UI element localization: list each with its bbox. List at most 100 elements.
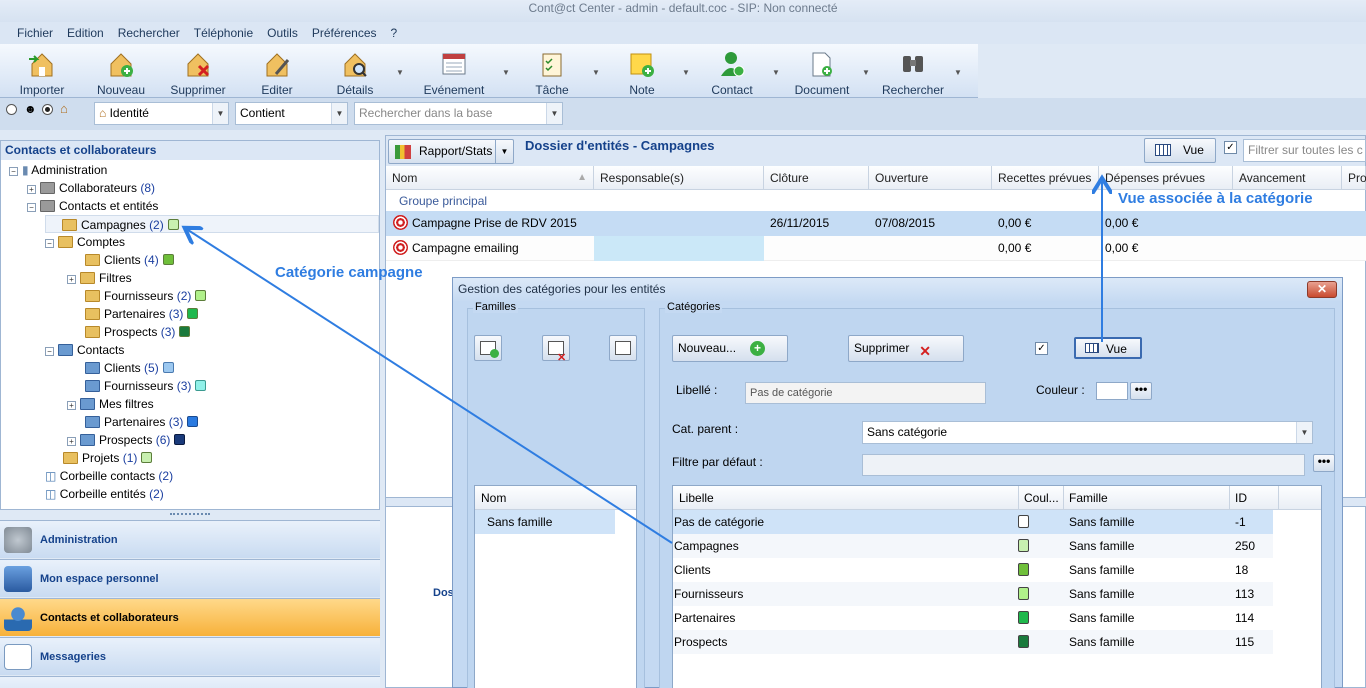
nouveau-button[interactable]: Nouveau — [84, 44, 158, 98]
col-famille[interactable]: Famille — [1063, 486, 1108, 510]
search-input[interactable]: Rechercher dans la base ▼ — [354, 102, 563, 125]
tache-dropdown[interactable]: ▼ — [590, 44, 604, 98]
cat-parent-select[interactable]: Sans catégorie ▼ — [862, 421, 1313, 444]
tree-comptes-fournisseurs[interactable]: Fournisseurs (2) — [85, 287, 207, 305]
nav-contacts-collaborateurs[interactable]: Contacts et collaborateurs — [0, 598, 380, 636]
menu-fichier[interactable]: Fichier — [17, 26, 53, 40]
table-row[interactable] — [386, 236, 1366, 261]
tree-comptes-prospects[interactable]: Prospects (3) — [85, 323, 191, 341]
close-icon[interactable]: ✕ — [1307, 281, 1337, 298]
delete-family-button[interactable]: ✕ — [542, 335, 570, 364]
rapport-stats-button[interactable]: Rapport/Stats ▼ — [388, 139, 514, 164]
col-couleur[interactable]: Coul... — [1018, 486, 1059, 510]
color-swatch[interactable] — [1096, 382, 1128, 400]
category-vue-button[interactable]: Vue — [1074, 337, 1142, 359]
tree-comptes-partenaires[interactable]: Partenaires (3) — [85, 305, 199, 323]
col-depenses[interactable]: Dépenses prévues — [1099, 166, 1233, 190]
col-nom[interactable]: Nom ▲ — [386, 166, 594, 190]
collapse-icon[interactable]: − — [9, 167, 18, 176]
collapse-icon[interactable]: − — [27, 203, 36, 212]
col-libelle[interactable]: Libelle — [679, 486, 714, 510]
rechercher-button[interactable]: Rechercher — [874, 44, 952, 98]
expand-icon[interactable]: + — [67, 275, 76, 284]
tree-campagnes[interactable]: Campagnes (2) — [45, 215, 379, 233]
libelle-field[interactable]: Pas de catégorie — [745, 382, 986, 404]
tree-projets[interactable]: Projets (1) — [45, 449, 153, 467]
rechercher-dropdown[interactable]: ▼ — [952, 44, 966, 98]
person-icon[interactable]: ☻ — [24, 102, 37, 116]
col-responsables[interactable]: Responsable(s) — [594, 166, 764, 190]
nav-messageries[interactable]: Messageries — [0, 637, 380, 675]
tree-contacts-fournisseurs[interactable]: Fournisseurs (3) — [85, 377, 207, 395]
editer-button[interactable]: Editer — [238, 44, 316, 98]
filter-checkbox[interactable]: ✓ — [1224, 141, 1237, 154]
search-operator-select[interactable]: Contient ▼ — [235, 102, 348, 125]
menu-outils[interactable]: Outils — [267, 26, 298, 40]
tree-contacts-prospects[interactable]: + Prospects (6) — [67, 431, 186, 449]
contact-dropdown[interactable]: ▼ — [770, 44, 784, 98]
supprimer-button[interactable]: Supprimer — [158, 44, 238, 98]
expand-icon[interactable]: + — [27, 185, 36, 194]
category-row[interactable]: Fournisseurs Sans famille 113 — [673, 582, 1273, 606]
tree-collaborateurs[interactable]: + Collaborateurs (8) — [27, 179, 155, 197]
chevron-down-icon[interactable]: ▼ — [495, 140, 513, 163]
tree-comptes-filtres[interactable]: + Filtres — [67, 269, 132, 287]
nav-administration[interactable]: Administration — [0, 520, 380, 558]
vue-button[interactable]: Vue — [1144, 138, 1216, 163]
tree-contacts-clients[interactable]: Clients (5) — [85, 359, 174, 377]
document-button[interactable]: Document — [784, 44, 860, 98]
filter-input[interactable]: Filtrer sur toutes les c — [1243, 139, 1366, 162]
col-pro[interactable]: Pro — [1342, 166, 1366, 190]
note-dropdown[interactable]: ▼ — [680, 44, 694, 98]
collapse-icon[interactable]: − — [45, 239, 54, 248]
vue-checkbox[interactable]: ✓ — [1035, 342, 1048, 355]
familles-row[interactable]: Sans famille — [475, 510, 615, 534]
house-icon[interactable]: ⌂ — [60, 101, 68, 116]
add-family-button[interactable] — [474, 335, 502, 361]
menu-rechercher[interactable]: Rechercher — [118, 26, 180, 40]
tree-comptes-clients[interactable]: Clients (4) — [85, 251, 174, 269]
search-field-select[interactable]: ⌂ Identité ▼ — [94, 102, 229, 125]
category-row[interactable]: Prospects Sans famille 115 — [673, 630, 1273, 654]
filtre-field[interactable] — [862, 454, 1305, 476]
col-id[interactable]: ID — [1229, 486, 1247, 510]
tree-corbeille-entites[interactable]: ◫ Corbeille entités (2) — [45, 485, 164, 503]
expand-icon[interactable]: + — [67, 401, 76, 410]
details-dropdown[interactable]: ▼ — [394, 44, 408, 98]
tree-contacts[interactable]: − Contacts — [45, 341, 124, 359]
contact-button[interactable]: Contact — [694, 44, 770, 98]
menu-telephonie[interactable]: Téléphonie — [194, 26, 253, 40]
tree-administration[interactable]: − ▮ Administration — [9, 161, 107, 179]
familles-col-nom[interactable]: Nom — [475, 486, 636, 510]
category-row[interactable]: Partenaires Sans famille 114 — [673, 606, 1273, 630]
category-row[interactable]: Clients Sans famille 18 — [673, 558, 1273, 582]
edit-family-button[interactable] — [609, 335, 637, 361]
col-cloture[interactable]: Clôture — [764, 166, 869, 190]
tree-contacts-partenaires[interactable]: Partenaires (3) — [85, 413, 199, 431]
evenement-button[interactable]: Evénement — [408, 44, 500, 98]
radio-all[interactable] — [6, 104, 17, 115]
color-picker-button[interactable]: ••• — [1130, 382, 1152, 400]
splitter-handle[interactable] — [170, 513, 210, 518]
filtre-picker-button[interactable]: ••• — [1313, 454, 1335, 472]
tree-comptes[interactable]: − Comptes — [45, 233, 125, 251]
tache-button[interactable]: Tâche — [514, 44, 590, 98]
category-row[interactable]: Campagnes Sans famille 250 — [673, 534, 1273, 558]
nav-more[interactable] — [0, 676, 380, 688]
note-button[interactable]: Note — [604, 44, 680, 98]
tree-mes-filtres[interactable]: + Mes filtres — [67, 395, 154, 413]
menu-preferences[interactable]: Préférences — [312, 26, 377, 40]
menu-help[interactable]: ? — [391, 26, 398, 40]
document-dropdown[interactable]: ▼ — [860, 44, 874, 98]
tree-contacts-entites[interactable]: − Contacts et entités — [27, 197, 158, 215]
nav-mon-espace[interactable]: Mon espace personnel — [0, 559, 380, 597]
col-recettes[interactable]: Recettes prévues — [992, 166, 1099, 190]
nouveau-category-button[interactable]: Nouveau... + — [672, 335, 788, 362]
category-row[interactable]: Pas de catégorie Sans famille -1 — [673, 510, 1273, 534]
collapse-icon[interactable]: − — [45, 347, 54, 356]
expand-icon[interactable]: + — [67, 437, 76, 446]
supprimer-category-button[interactable]: Supprimer ✕ — [848, 335, 964, 362]
evenement-dropdown[interactable]: ▼ — [500, 44, 514, 98]
radio-entity[interactable] — [42, 104, 53, 115]
menu-edition[interactable]: Edition — [67, 26, 104, 40]
